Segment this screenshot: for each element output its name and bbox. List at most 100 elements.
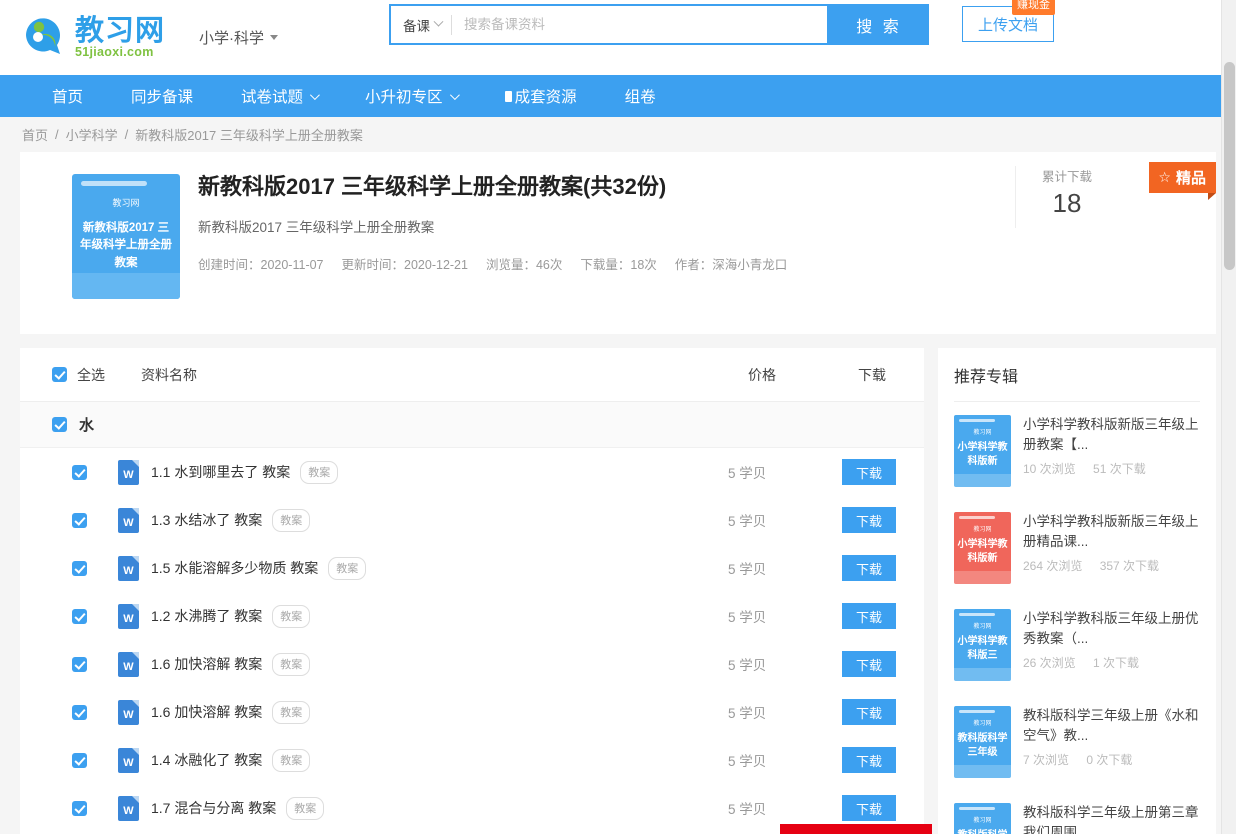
file-name[interactable]: 1.6 加快溶解 教案 bbox=[151, 654, 262, 674]
thumbnail-label: 教科版科学三年级 bbox=[957, 733, 1008, 758]
row-checkbox[interactable] bbox=[72, 800, 87, 816]
document-cover-thumbnail: 教习网 新教科版2017 三年级科学上册全册教案 bbox=[72, 174, 180, 299]
file-price: 5 学贝 bbox=[728, 562, 767, 577]
download-button[interactable]: 下载 bbox=[842, 507, 896, 533]
row-checkbox[interactable] bbox=[72, 704, 87, 720]
row-checkbox[interactable] bbox=[72, 656, 87, 672]
bottom-highlight-bar bbox=[780, 824, 932, 834]
list-item[interactable]: 教习网 小学科学教科版新 小学科学教科版新版三年级上册精品课... 264 次浏… bbox=[954, 499, 1200, 596]
album-info: 小学科学教科版新版三年级上册精品课... 264 次浏览 357 次下载 bbox=[1023, 512, 1200, 584]
file-name[interactable]: 1.1 水到哪里去了 教案 bbox=[151, 462, 290, 482]
page-root: 教习网 51jiaoxi.com 小学·科学 备课 搜 索 上传文档 赚现金 首… bbox=[0, 0, 1236, 834]
album-thumbnail: 教习网 小学科学教科版新 bbox=[954, 415, 1011, 487]
search-category-label: 备课 bbox=[403, 18, 430, 34]
album-stats: 10 次浏览 51 次下载 bbox=[1023, 460, 1200, 477]
row-checkbox[interactable] bbox=[72, 464, 87, 480]
thumbnail-logo: 教习网 bbox=[973, 818, 992, 824]
list-item[interactable]: 教习网 教科版科学三年级 教科版科学三年级上册《水和空气》教... 7 次浏览 … bbox=[954, 693, 1200, 790]
search-input[interactable] bbox=[452, 6, 827, 43]
meta-updated-time: 更新时间：2020-12-21 bbox=[341, 258, 468, 273]
table-row[interactable]: W 1.4 冰融化了 教案 教案 5 学贝 下载 bbox=[20, 736, 924, 784]
select-all-checkbox[interactable] bbox=[52, 367, 67, 382]
row-checkbox[interactable] bbox=[72, 560, 87, 576]
group-label: 水 bbox=[79, 417, 95, 434]
file-name[interactable]: 1.6 加快溶解 教案 bbox=[151, 702, 262, 722]
star-icon: ☆ bbox=[1158, 169, 1171, 185]
breadcrumb-category[interactable]: 小学科学 bbox=[66, 125, 118, 144]
nav-label: 同步备课 bbox=[131, 89, 194, 106]
table-row[interactable]: W 1.2 水沸腾了 教案 教案 5 学贝 下载 bbox=[20, 592, 924, 640]
page-title: 新教科版2017 三年级科学上册全册教案(共32份) bbox=[198, 174, 667, 199]
file-name[interactable]: 1.7 混合与分离 教案 bbox=[151, 798, 276, 818]
scrollbar-thumb[interactable] bbox=[1224, 62, 1235, 270]
word-document-icon: W bbox=[118, 507, 139, 533]
album-title[interactable]: 小学科学教科版新版三年级上册精品课... bbox=[1023, 512, 1200, 551]
album-title[interactable]: 教科版科学三年级上册《水和空气》教... bbox=[1023, 706, 1200, 745]
logo-chinese-name: 教习网 bbox=[75, 12, 166, 47]
site-logo[interactable]: 教习网 51jiaoxi.com bbox=[22, 15, 165, 61]
album-title[interactable]: 小学科学教科版新版三年级上册教案【... bbox=[1023, 415, 1200, 454]
search-category-dropdown[interactable]: 备课 bbox=[391, 15, 451, 35]
download-button[interactable]: 下载 bbox=[842, 459, 896, 485]
sidebar-title: 推荐专辑 bbox=[954, 348, 1200, 402]
file-price: 5 学贝 bbox=[728, 610, 767, 625]
list-item[interactable]: 教习网 教科版科学三年级 教科版科学三年级上册第三章我们周围... bbox=[954, 790, 1200, 834]
download-button[interactable]: 下载 bbox=[842, 651, 896, 677]
search-button[interactable]: 搜 索 bbox=[829, 4, 929, 45]
file-list-panel: 全选 资料名称 价格 下载 水 W 1.1 水到哪里去了 教案 教案 5 学贝 … bbox=[20, 348, 924, 834]
download-button[interactable]: 下载 bbox=[842, 747, 896, 773]
select-all-label: 全选 bbox=[77, 366, 105, 383]
file-tag: 教案 bbox=[272, 652, 311, 676]
row-checkbox[interactable] bbox=[72, 608, 87, 624]
chevron-down-icon bbox=[270, 35, 279, 40]
word-document-icon: W bbox=[118, 699, 139, 725]
file-name[interactable]: 1.4 冰融化了 教案 bbox=[151, 750, 262, 770]
table-row[interactable]: W 1.6 加快溶解 教案 教案 5 学贝 下载 bbox=[20, 688, 924, 736]
table-row[interactable]: W 1.6 加快溶解 教案 教案 5 学贝 下载 bbox=[20, 640, 924, 688]
table-row[interactable]: W 1.5 水能溶解多少物质 教案 教案 5 学贝 下载 bbox=[20, 544, 924, 592]
nav-item-home[interactable]: 首页 bbox=[28, 75, 107, 117]
download-button[interactable]: 下载 bbox=[842, 795, 896, 821]
thumbnail-logo: 教习网 bbox=[973, 721, 992, 727]
album-title[interactable]: 教科版科学三年级上册第三章我们周围... bbox=[1023, 803, 1200, 834]
upload-earn-cash-badge: 赚现金 bbox=[1012, 0, 1055, 15]
download-button[interactable]: 下载 bbox=[842, 603, 896, 629]
album-info: 小学科学教科版新版三年级上册教案【... 10 次浏览 51 次下载 bbox=[1023, 415, 1200, 487]
list-item[interactable]: 教习网 小学科学教科版新 小学科学教科版新版三年级上册教案【... 10 次浏览… bbox=[954, 402, 1200, 499]
breadcrumb-home[interactable]: 首页 bbox=[22, 125, 48, 144]
nav-item-sync-prep[interactable]: 同步备课 bbox=[107, 75, 217, 117]
group-checkbox[interactable] bbox=[52, 417, 67, 432]
file-name[interactable]: 1.5 水能溶解多少物质 教案 bbox=[151, 558, 318, 578]
meta-download-count: 下载量：18次 bbox=[580, 258, 657, 273]
thumbnail-logo: 教习网 bbox=[973, 527, 992, 533]
table-row[interactable]: W 1.1 水到哪里去了 教案 教案 5 学贝 下载 bbox=[20, 448, 924, 496]
album-stats: 264 次浏览 357 次下载 bbox=[1023, 557, 1200, 574]
album-view-count: 7 次浏览 bbox=[1023, 753, 1070, 768]
subject-selector[interactable]: 小学·科学 bbox=[199, 27, 279, 48]
column-header-price: 价格 bbox=[748, 366, 776, 383]
row-checkbox[interactable] bbox=[72, 512, 87, 528]
list-item[interactable]: 教习网 小学科学教科版三 小学科学教科版三年级上册优秀教案（... 26 次浏览… bbox=[954, 596, 1200, 693]
file-price: 5 学贝 bbox=[728, 658, 767, 673]
word-document-icon: W bbox=[118, 651, 139, 677]
nav-item-exam-papers[interactable]: 试卷试题 bbox=[217, 75, 341, 117]
table-row[interactable]: W 1.3 水结冰了 教案 教案 5 学贝 下载 bbox=[20, 496, 924, 544]
thumbnail-label: 小学科学教科版新 bbox=[957, 442, 1008, 467]
nav-item-paper-composer[interactable]: 组卷 bbox=[601, 75, 680, 117]
album-title[interactable]: 小学科学教科版三年级上册优秀教案（... bbox=[1023, 609, 1200, 648]
page-scrollbar[interactable] bbox=[1221, 0, 1236, 834]
file-name[interactable]: 1.3 水结冰了 教案 bbox=[151, 510, 262, 530]
row-checkbox[interactable] bbox=[72, 752, 87, 768]
total-download-value: 18 bbox=[1052, 188, 1082, 218]
album-stats: 7 次浏览 0 次下载 bbox=[1023, 751, 1200, 768]
logo-domain: 51jiaoxi.com bbox=[75, 44, 154, 59]
document-metadata: 创建时间：2020-11-07 更新时间：2020-12-21 浏览量：46次 … bbox=[198, 254, 1016, 273]
nav-item-primary-to-junior[interactable]: 小升初专区 bbox=[341, 75, 481, 117]
album-download-count: 0 次下载 bbox=[1086, 753, 1133, 768]
download-button[interactable]: 下载 bbox=[842, 699, 896, 725]
file-name[interactable]: 1.2 水沸腾了 教案 bbox=[151, 606, 262, 626]
thumbnail-wave-decoration bbox=[954, 474, 1011, 487]
album-info: 教科版科学三年级上册第三章我们周围... bbox=[1023, 803, 1200, 834]
nav-item-resource-sets[interactable]: 成套资源 bbox=[481, 75, 601, 117]
download-button[interactable]: 下载 bbox=[842, 555, 896, 581]
